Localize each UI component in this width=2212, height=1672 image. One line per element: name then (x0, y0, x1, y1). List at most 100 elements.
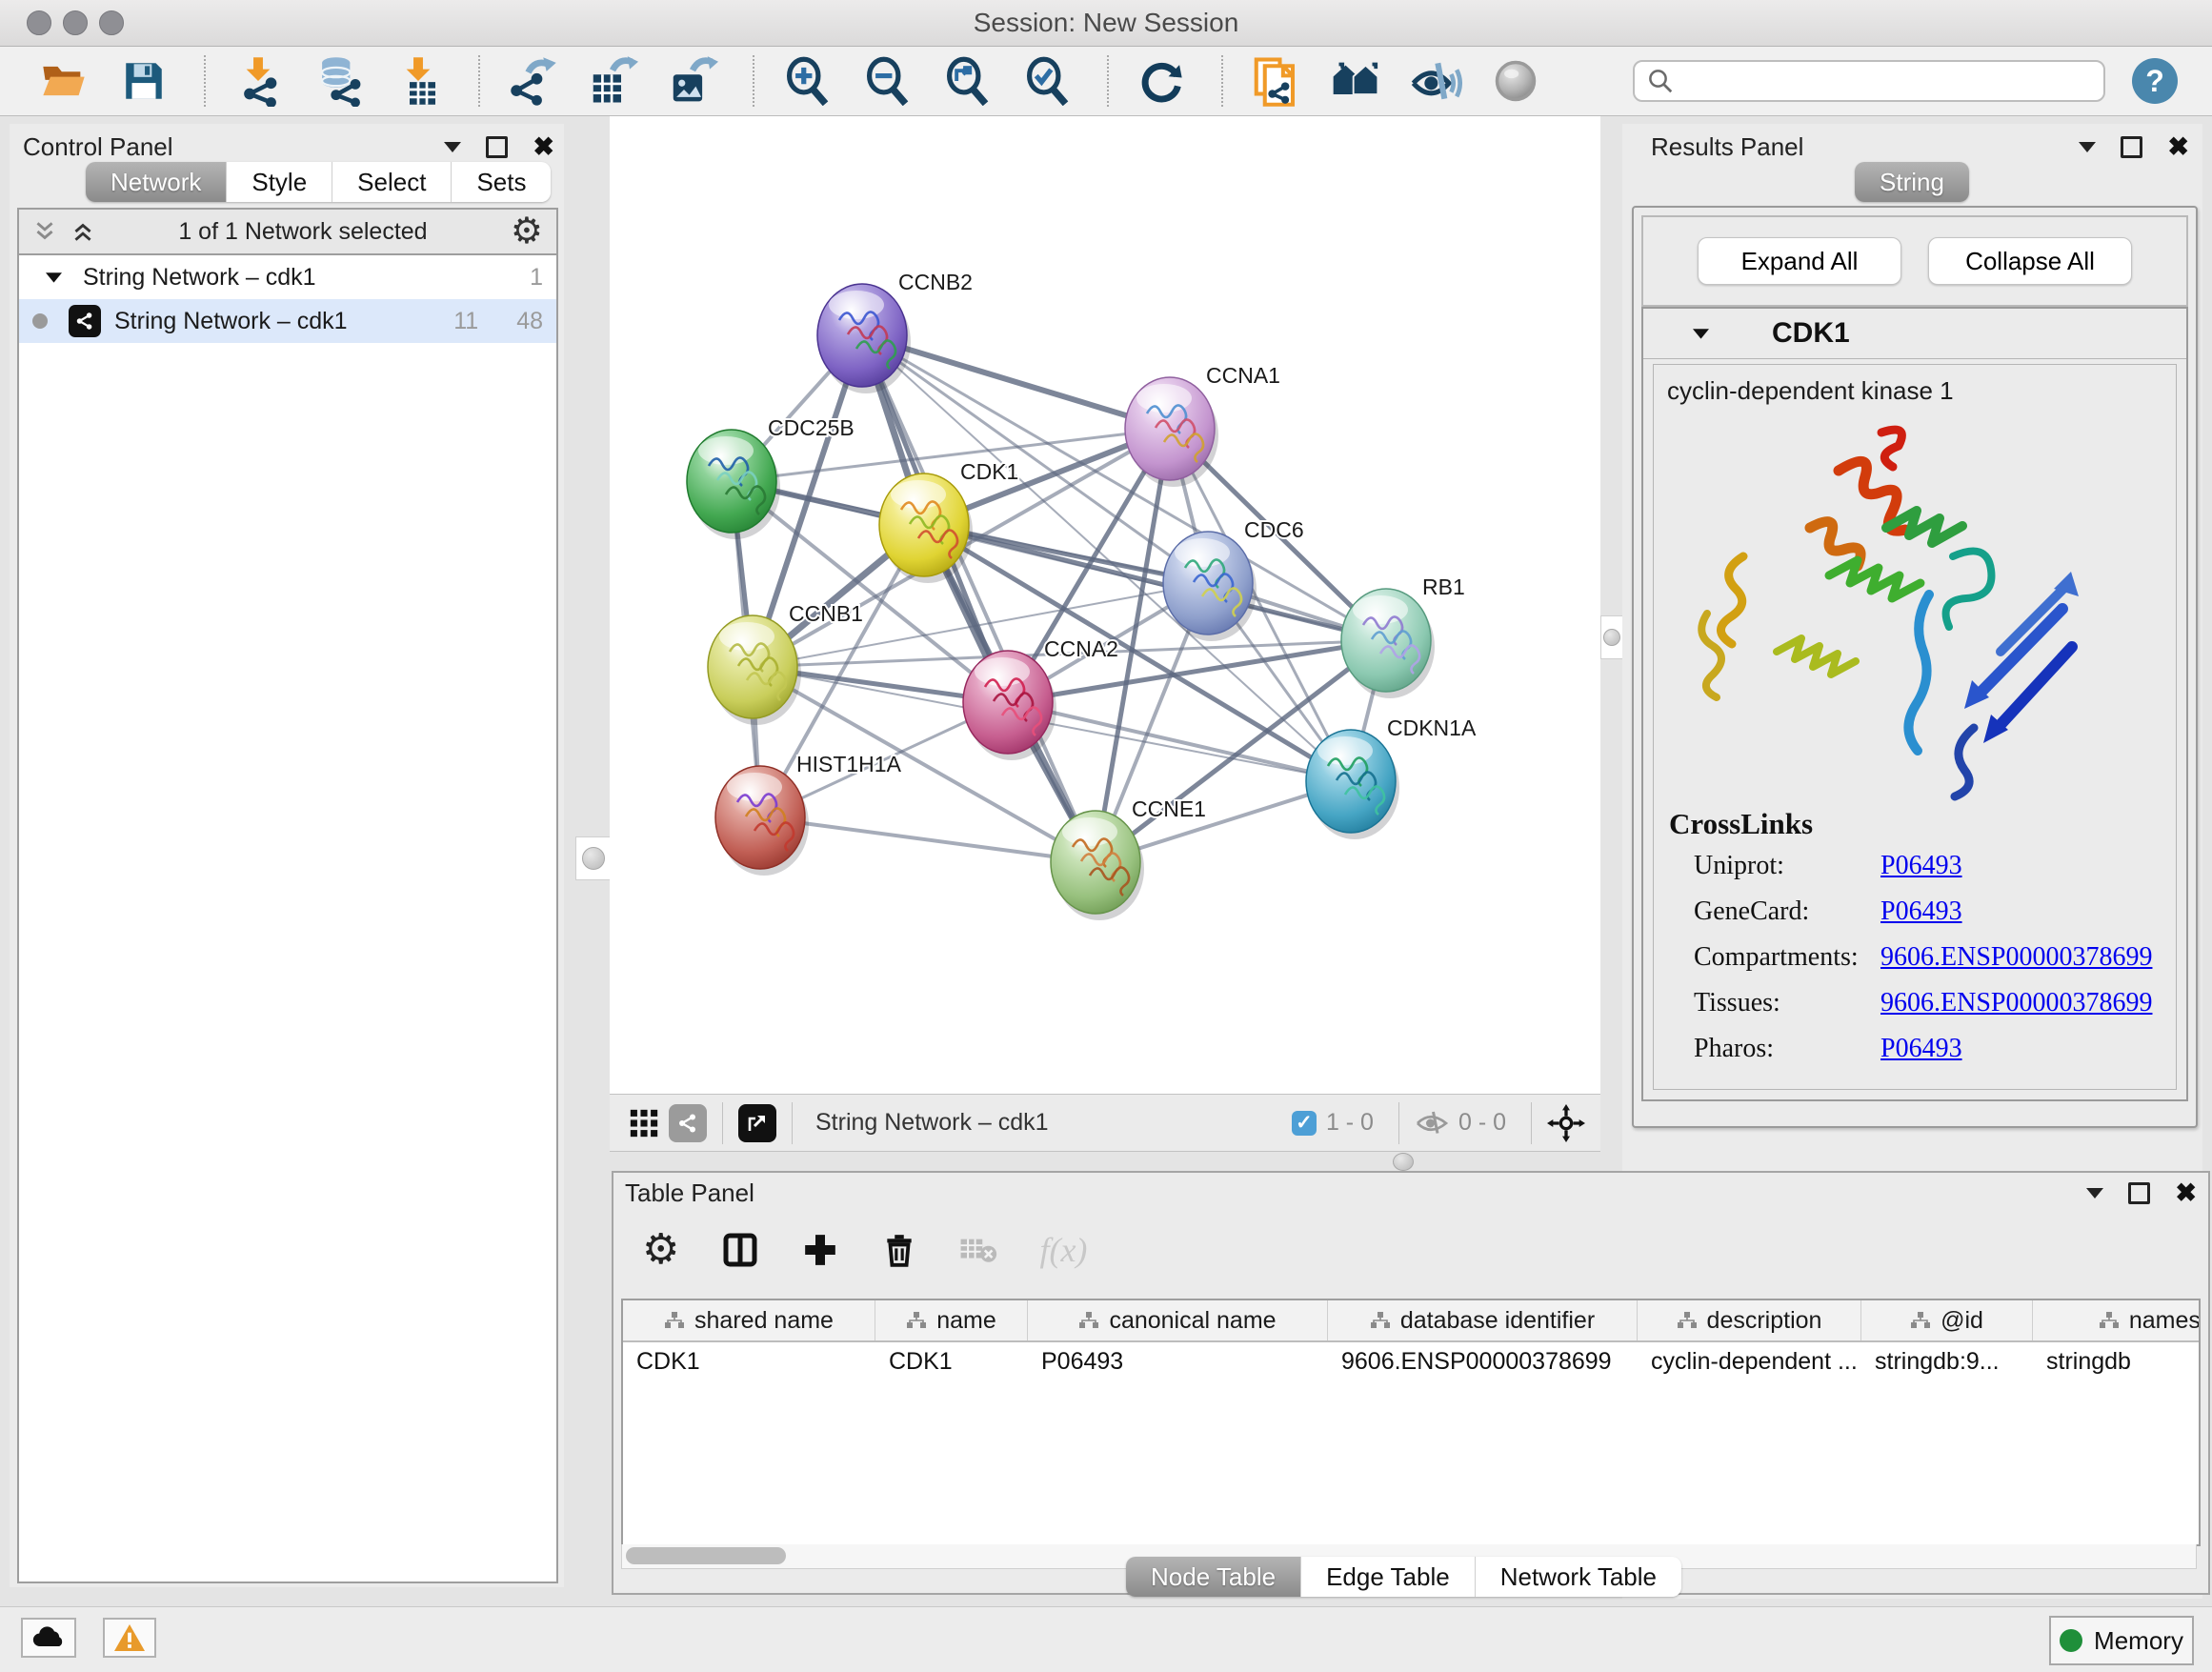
selected-counts: 1 - 0 (1326, 1109, 1374, 1137)
crosslinks-heading: CrossLinks (1669, 807, 2176, 841)
memory-button[interactable]: Memory (2049, 1616, 2194, 1665)
scrollbar-thumb[interactable] (626, 1547, 786, 1564)
tab-style[interactable]: Style (227, 162, 332, 202)
import-network-from-database-button[interactable] (311, 53, 366, 109)
network-share-icon[interactable] (669, 1104, 707, 1142)
hidden-counts: 0 - 0 (1458, 1109, 1506, 1137)
show-columns-icon[interactable] (721, 1231, 759, 1269)
show-eye-button[interactable] (1488, 53, 1543, 109)
fit-content-crosshair-icon[interactable] (1547, 1104, 1585, 1142)
selected-nodes-checkbox[interactable]: ✓ (1292, 1111, 1317, 1136)
import-table-from-file-button[interactable] (391, 53, 446, 109)
column-header-description[interactable]: description (1638, 1300, 1861, 1340)
tab-network[interactable]: Network (86, 162, 227, 202)
hide-selected-button[interactable] (1408, 53, 1463, 109)
panel-float-icon[interactable] (486, 136, 508, 158)
save-session-button[interactable] (116, 53, 171, 109)
home-pages-button[interactable] (1328, 53, 1383, 109)
table-options-gear-icon[interactable]: ⚙ (642, 1229, 679, 1271)
zoom-out-button[interactable] (859, 53, 915, 109)
help-button[interactable]: ? (2132, 58, 2178, 104)
delete-column-trash-icon[interactable] (881, 1231, 917, 1269)
network-row[interactable]: String Network – cdk1 11 48 (19, 299, 556, 343)
function-builder-icon[interactable]: f(x) (1039, 1230, 1087, 1270)
crosslink-link[interactable]: P06493 (1880, 1034, 1962, 1064)
panel-close-icon[interactable]: ✖ (533, 134, 554, 160)
panel-menu-icon[interactable] (444, 141, 461, 152)
table-cell[interactable]: CDK1 (623, 1342, 875, 1382)
crosslink-link[interactable]: P06493 (1880, 896, 1962, 927)
crosslink-row: Compartments:9606.ENSP00000378699 (1669, 942, 2176, 973)
crosslink-row: GeneCard:P06493 (1669, 896, 2176, 927)
column-header-database-identifier[interactable]: database identifier (1328, 1300, 1638, 1340)
gene-section-header[interactable]: CDK1 (1643, 309, 2186, 359)
open-folder-icon (39, 56, 89, 106)
delete-table-icon[interactable] (959, 1234, 997, 1266)
panel-close-icon[interactable]: ✖ (2175, 1180, 2197, 1206)
tab-select[interactable]: Select (332, 162, 452, 202)
collection-expander-icon[interactable] (46, 272, 62, 283)
question-mark-icon: ? (2145, 64, 2164, 99)
network-status-dot (32, 313, 48, 329)
table-cell[interactable]: stringdb (2033, 1342, 2201, 1382)
export-network-button[interactable] (505, 53, 560, 109)
collection-row[interactable]: String Network – cdk1 1 (19, 255, 556, 299)
table-cell[interactable]: CDK1 (875, 1342, 1028, 1382)
tab-sets[interactable]: Sets (452, 162, 551, 202)
table-cell[interactable]: 9606.ENSP00000378699 (1328, 1342, 1638, 1382)
tab-edge-table[interactable]: Edge Table (1301, 1557, 1476, 1597)
grid-view-icon[interactable] (625, 1104, 663, 1142)
window-title: Session: New Session (0, 8, 2212, 38)
tab-node-table[interactable]: Node Table (1126, 1557, 1301, 1597)
tab-string[interactable]: String (1855, 162, 1969, 202)
collapse-all-button[interactable]: Collapse All (1928, 237, 2132, 285)
collapse-all-chevrons-icon[interactable] (32, 218, 57, 245)
search-input[interactable] (1675, 67, 2079, 95)
table-cell[interactable]: cyclin-dependent ... (1638, 1342, 1861, 1382)
crosslink-link[interactable]: 9606.ENSP00000378699 (1880, 988, 2152, 1018)
export-table-button[interactable] (585, 53, 640, 109)
network-graph[interactable]: CCNB2CCNA1CDC25BCDK1CDC6RB1CCNB1CCNA2CDK… (610, 116, 1600, 1094)
search-icon (1646, 67, 1675, 95)
warnings-button[interactable] (103, 1618, 156, 1658)
zoom-selected-button[interactable] (1019, 53, 1075, 109)
export-image-button[interactable] (665, 53, 720, 109)
import-network-from-file-button[interactable] (231, 53, 286, 109)
crosslink-link[interactable]: P06493 (1880, 851, 1962, 881)
panel-menu-icon[interactable] (2079, 141, 2096, 152)
network-canvas[interactable]: CCNB2CCNA1CDC25BCDK1CDC6RB1CCNB1CCNA2CDK… (610, 116, 1600, 1094)
column-header-shared-name[interactable]: shared name (623, 1300, 875, 1340)
column-header--id[interactable]: @id (1861, 1300, 2033, 1340)
right-splitter-handle[interactable] (1600, 615, 1623, 659)
tab-network-table[interactable]: Network Table (1476, 1557, 1681, 1597)
expand-all-chevrons-icon[interactable] (70, 218, 95, 245)
refresh-view-button[interactable] (1134, 53, 1189, 109)
zoom-in-button[interactable] (779, 53, 835, 109)
open-in-new-window-icon[interactable] (738, 1104, 776, 1142)
left-splitter-handle[interactable] (575, 836, 612, 880)
open-session-button[interactable] (36, 53, 91, 109)
panel-close-icon[interactable]: ✖ (2167, 134, 2189, 160)
expand-all-button[interactable]: Expand All (1698, 237, 1901, 285)
open-network-file-button[interactable] (1248, 53, 1303, 109)
panel-float-icon[interactable] (2128, 1182, 2150, 1204)
network-list-options-gear-icon[interactable]: ⚙ (511, 213, 543, 250)
zoom-fit-button[interactable] (939, 53, 995, 109)
column-header-namespace[interactable]: namespace (2033, 1300, 2201, 1340)
horizontal-splitter-handle[interactable] (1393, 1153, 1414, 1171)
column-header-name[interactable]: name (875, 1300, 1028, 1340)
table-cell[interactable]: P06493 (1028, 1342, 1328, 1382)
table-cell[interactable]: stringdb:9... (1861, 1342, 2033, 1382)
hidden-eye-icon[interactable] (1415, 1110, 1449, 1137)
crosslink-link[interactable]: 9606.ENSP00000378699 (1880, 942, 2152, 973)
section-expander-icon[interactable] (1693, 328, 1709, 339)
zoom-in-icon (782, 56, 832, 106)
node-label-CDK1: CDK1 (960, 459, 1018, 484)
cloud-status-button[interactable] (21, 1618, 76, 1658)
add-column-icon[interactable] (801, 1231, 839, 1269)
export-image-icon (667, 55, 718, 107)
panel-menu-icon[interactable] (2086, 1187, 2103, 1199)
panel-float-icon[interactable] (2121, 136, 2142, 158)
column-header-canonical-name[interactable]: canonical name (1028, 1300, 1328, 1340)
search-field[interactable] (1633, 60, 2105, 102)
